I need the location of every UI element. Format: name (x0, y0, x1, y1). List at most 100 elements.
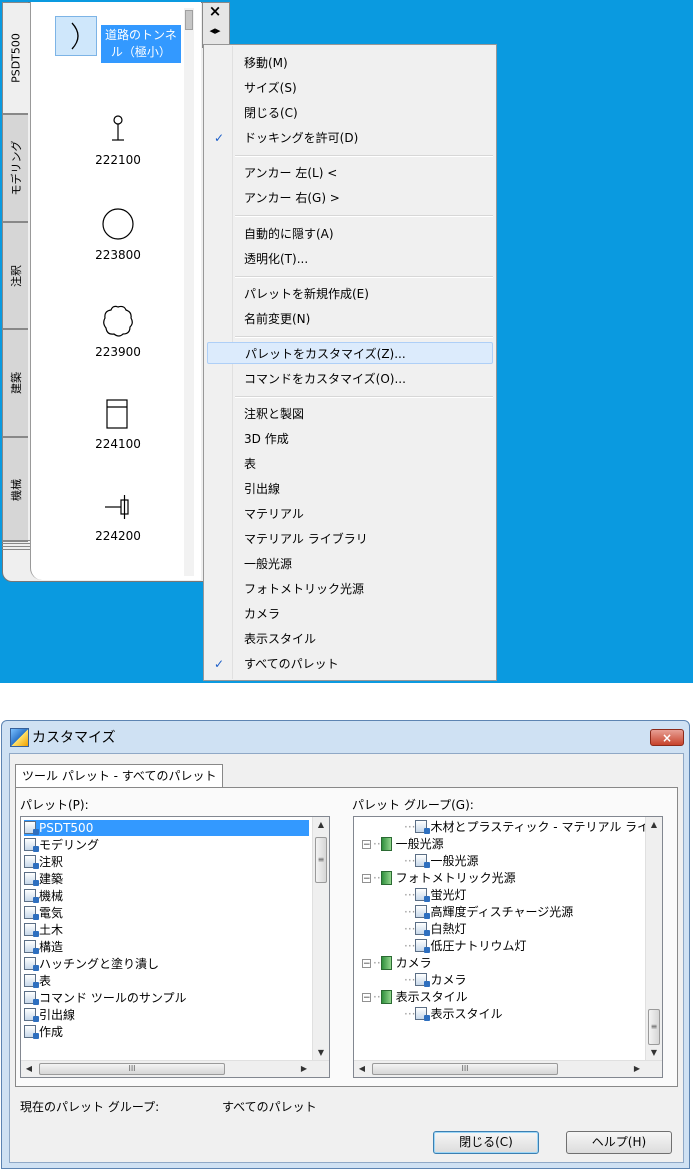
menu-item-anchor-left[interactable]: アンカー 左(L) < (204, 162, 496, 184)
tree-palette-node[interactable]: ··· カメラ (404, 972, 466, 988)
menu-item-all-palettes[interactable]: ✓ すべてのパレット (204, 653, 496, 675)
tab-tool-palettes[interactable]: ツール パレット - すべてのパレット (15, 764, 223, 788)
horizontal-scrollbar[interactable]: ◀ III ▶ (21, 1060, 329, 1077)
scroll-right-icon[interactable]: ▶ (629, 1061, 645, 1077)
palette-list-item[interactable]: 構造 (24, 939, 309, 955)
menu-item-rename[interactable]: 名前変更(N) (204, 308, 496, 330)
scroll-right-icon[interactable]: ▶ (296, 1061, 312, 1077)
menu-item-label: パレットを新規作成(E) (244, 287, 369, 301)
palette-list-item[interactable]: 表 (24, 973, 309, 989)
close-dialog-button[interactable]: 閉じる(C) (433, 1131, 539, 1154)
scroll-down-icon[interactable]: ▼ (646, 1045, 662, 1061)
scroll-down-icon[interactable]: ▼ (313, 1045, 329, 1061)
tree-palette-node[interactable]: ··· 低圧ナトリウム灯 (404, 938, 526, 954)
palette-list-item[interactable]: 引出線 (24, 1007, 309, 1023)
menu-item-label: 移動(M) (244, 56, 288, 70)
menu-item-transparency[interactable]: 透明化(T)... (204, 248, 496, 270)
palette-tool-tunnel[interactable]: 道路のトンネ ル（極小） (43, 16, 193, 63)
menu-item-label: サイズ(S) (244, 81, 297, 95)
palette-list-item[interactable]: 建築 (24, 871, 309, 887)
scroll-thumb[interactable]: III (39, 1063, 225, 1075)
scroll-up-icon[interactable]: ▲ (646, 817, 662, 833)
menu-item-allow-docking[interactable]: ✓ ドッキングを許可(D) (204, 127, 496, 149)
vertical-scrollbar[interactable]: ▲ ≡ ▼ (312, 817, 329, 1061)
palette-tool-224100[interactable]: 224100 (43, 396, 193, 451)
palette-groups-tree[interactable]: ··· 木材とプラスティック - マテリアル ライブ − ·· 一般光源 ··· 一般光源 −… (353, 816, 663, 1078)
menu-item-visual-styles[interactable]: 表示スタイル (204, 628, 496, 650)
palette-list-item[interactable]: 作成 (24, 1024, 309, 1040)
tab-mechanical[interactable]: 機械 (2, 437, 28, 542)
menu-item-materials-library[interactable]: マテリアル ライブラリ (204, 528, 496, 550)
menu-item-tables[interactable]: 表 (204, 453, 496, 475)
scroll-left-icon[interactable]: ◀ (21, 1061, 37, 1077)
menu-item-close[interactable]: 閉じる(C) (204, 102, 496, 124)
vertical-scrollbar[interactable]: ▲ ≡ ▼ (645, 817, 662, 1061)
palette-group-icon (380, 990, 392, 1004)
menu-item-label: マテリアル (244, 507, 304, 521)
menu-item-annotation-drafting[interactable]: 注釈と製図 (204, 403, 496, 425)
palettes-list[interactable]: PSDT500 モデリング 注釈 建築 機械 電気 土木 構造 ハッチングと塗り潰し表コマンド … (20, 816, 330, 1078)
palette-list-item[interactable]: 機械 (24, 888, 309, 904)
palette-icon (415, 888, 431, 902)
menu-item-size[interactable]: サイズ(S) (204, 77, 496, 99)
tab-modeling[interactable]: モデリング (2, 114, 28, 222)
palette-tool-223800[interactable]: 223800 (43, 207, 193, 262)
menu-item-customize-commands[interactable]: コマンドをカスタマイズ(O)... (204, 368, 496, 390)
tree-group-node[interactable]: − ·· 表示スタイル (362, 989, 468, 1005)
collapse-icon[interactable]: − (362, 993, 371, 1003)
tree-palette-node[interactable]: ··· 蛍光灯 (404, 887, 466, 903)
palette-list-item[interactable]: 電気 (24, 905, 309, 921)
palette-list-item[interactable]: PSDT500 (24, 820, 309, 836)
close-icon[interactable]: × (206, 2, 224, 20)
menu-item-3d-make[interactable]: 3D 作成 (204, 428, 496, 450)
palette-tool-222100[interactable]: 222100 (43, 114, 193, 167)
collapse-icon[interactable]: − (362, 874, 371, 884)
palette-list-item[interactable]: 注釈 (24, 854, 309, 870)
help-button[interactable]: ヘルプ(H) (566, 1131, 672, 1154)
palette-scrollbar[interactable] (184, 8, 194, 576)
horizontal-scrollbar[interactable]: ◀ III ▶ (354, 1060, 662, 1077)
tab-architecture[interactable]: 建築 (2, 329, 28, 437)
scroll-thumb[interactable]: ≡ (648, 1009, 660, 1045)
menu-item-new-palette[interactable]: パレットを新規作成(E) (204, 283, 496, 305)
scroll-up-icon[interactable]: ▲ (313, 817, 329, 833)
tree-node-label: 低圧ナトリウム灯 (430, 939, 527, 953)
palette-icon (24, 974, 39, 988)
stacked-tabs-indicator[interactable] (2, 540, 30, 560)
palette-tool-label: 222100 (95, 153, 141, 167)
menu-item-auto-hide[interactable]: 自動的に隠す(A) (204, 223, 496, 245)
tree-group-node[interactable]: − ·· フォトメトリック光源 (362, 870, 516, 886)
properties-icon[interactable]: ◂▸ (206, 24, 224, 40)
scroll-thumb[interactable]: III (372, 1063, 558, 1075)
tree-palette-node[interactable]: ··· 一般光源 (404, 853, 478, 869)
tree-palette-node[interactable]: ··· 表示スタイル (404, 1006, 502, 1022)
scroll-left-icon[interactable]: ◀ (354, 1061, 370, 1077)
menu-item-customize-palettes[interactable]: パレットをカスタマイズ(Z)... (207, 342, 493, 364)
tab-annotation[interactable]: 注釈 (2, 222, 28, 329)
palette-list-item[interactable]: 土木 (24, 922, 309, 938)
tree-group-node[interactable]: − ·· 一般光源 (362, 836, 444, 852)
menu-item-generic-lights[interactable]: 一般光源 (204, 553, 496, 575)
close-button[interactable]: × (650, 729, 684, 746)
collapse-icon[interactable]: − (362, 959, 371, 969)
menu-item-label: 自動的に隠す(A) (244, 227, 334, 241)
palette-tool-224200[interactable]: 224200 (43, 492, 193, 543)
scroll-thumb[interactable]: ≡ (315, 837, 327, 883)
tree-palette-node[interactable]: ··· 木材とプラスティック - マテリアル ライブ (404, 819, 661, 835)
tree-palette-node[interactable]: ··· 白熱灯 (404, 921, 466, 937)
scroll-thumb[interactable] (185, 10, 193, 30)
menu-item-materials[interactable]: マテリアル (204, 503, 496, 525)
menu-item-cameras[interactable]: カメラ (204, 603, 496, 625)
menu-item-move[interactable]: 移動(M) (204, 52, 496, 74)
menu-item-leaders[interactable]: 引出線 (204, 478, 496, 500)
palette-tool-223900[interactable]: 223900 (43, 304, 193, 359)
tree-palette-node[interactable]: ··· 高輝度ディスチャージ光源 (404, 904, 573, 920)
palette-list-item[interactable]: コマンド ツールのサンプル (24, 990, 309, 1006)
menu-item-photometric-lights[interactable]: フォトメトリック光源 (204, 578, 496, 600)
tree-group-node[interactable]: − ·· カメラ (362, 955, 432, 971)
palette-list-item[interactable]: ハッチングと塗り潰し (24, 956, 309, 972)
palette-list-item[interactable]: モデリング (24, 837, 309, 853)
tab-psdt500[interactable]: PSDT500 (2, 2, 28, 114)
menu-item-anchor-right[interactable]: アンカー 右(G) > (204, 187, 496, 209)
collapse-icon[interactable]: − (362, 840, 371, 850)
